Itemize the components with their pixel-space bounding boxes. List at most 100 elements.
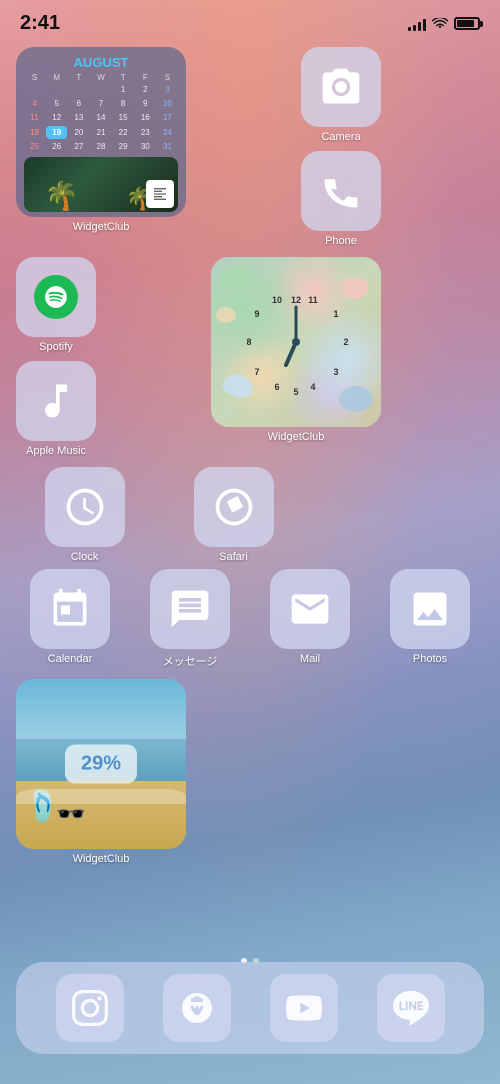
app-mail-wrap[interactable]: Mail [256, 569, 364, 665]
cal-day: 27 [68, 140, 89, 153]
music-icon [34, 379, 78, 423]
svg-text:5: 5 [293, 387, 298, 397]
cal-day-today: 19 [46, 126, 67, 139]
cal-day: 30 [135, 140, 156, 153]
cal-day: 21 [90, 126, 111, 139]
app-safari-wrap[interactable]: Safari [165, 467, 302, 563]
cal-day: 3 [157, 83, 178, 96]
beach-progress: 29% [65, 745, 137, 784]
photos-icon [408, 587, 452, 631]
app-spotify-label: Spotify [39, 341, 73, 353]
status-bar: 2:41 [0, 0, 500, 39]
cal-header-w: W [90, 73, 111, 82]
app-spotify-wrap[interactable]: Spotify [16, 257, 96, 353]
row-1: AUGUST S M T W T F S 1 2 [16, 47, 484, 247]
cal-day: 22 [113, 126, 134, 139]
cal-day: 8 [113, 97, 134, 110]
svg-text:4: 4 [310, 382, 315, 392]
dock-instagram[interactable] [56, 974, 124, 1042]
cal-day: 14 [90, 111, 111, 124]
app-messages-label: メッセージ [163, 653, 218, 669]
widget-calendar-label: WidgetClub [73, 221, 130, 233]
app-camera-label: Camera [321, 131, 360, 143]
cal-day: 26 [46, 140, 67, 153]
app-mail-icon[interactable] [270, 569, 350, 649]
cal-header-m: M [46, 73, 67, 82]
svg-text:3: 3 [333, 367, 338, 377]
app-phone-wrap[interactable]: Phone [198, 151, 484, 247]
app-music-wrap[interactable]: Apple Music [16, 361, 96, 457]
cal-day: 9 [135, 97, 156, 110]
svg-text:1: 1 [333, 309, 338, 319]
cal-header-s: S [24, 73, 45, 82]
app-safari-icon[interactable] [194, 467, 274, 547]
svg-text:10: 10 [272, 295, 282, 305]
app-calendar-icon[interactable] [30, 569, 110, 649]
app-safari-label: Safari [219, 551, 248, 563]
cal-day: 6 [68, 97, 89, 110]
app-clock-wrap[interactable]: Clock [16, 467, 153, 563]
app-camera-wrap[interactable]: Camera [198, 47, 484, 143]
app-photos-icon[interactable] [390, 569, 470, 649]
cal-day: 13 [68, 111, 89, 124]
cal-day: 18 [24, 126, 45, 139]
calendar-month: AUGUST [24, 55, 178, 70]
widget-clock-label: WidgetClub [268, 431, 325, 443]
app-photos-label: Photos [413, 653, 447, 665]
dock-appstore[interactable] [163, 974, 231, 1042]
cal-header-f: F [135, 73, 156, 82]
wifi-icon [432, 18, 448, 30]
cal-day: 15 [113, 111, 134, 124]
phone-icon [319, 169, 363, 213]
app-music-label: Apple Music [26, 445, 86, 457]
widget-calendar[interactable]: AUGUST S M T W T F S 1 2 [16, 47, 186, 217]
app-phone-label: Phone [325, 235, 357, 247]
cal-day [46, 83, 67, 96]
app-spotify-icon[interactable] [16, 257, 96, 337]
app-camera-icon[interactable] [301, 47, 381, 127]
cal-day: 16 [135, 111, 156, 124]
app-photos-wrap[interactable]: Photos [376, 569, 484, 665]
svg-text:8: 8 [246, 337, 251, 347]
cal-header-s2: S [157, 73, 178, 82]
analog-clock: 12 1 2 3 4 5 6 7 8 9 10 11 [241, 287, 351, 397]
app-calendar-wrap[interactable]: Calendar [16, 569, 124, 665]
cal-day: 31 [157, 140, 178, 153]
svg-text:7: 7 [254, 367, 259, 377]
battery-icon [454, 17, 480, 30]
cal-day: 24 [157, 126, 178, 139]
spotify-logo [34, 275, 78, 319]
svg-text:11: 11 [308, 295, 318, 305]
cal-day: 20 [68, 126, 89, 139]
app-music-icon[interactable] [16, 361, 96, 441]
dock-line[interactable] [377, 974, 445, 1042]
dock-youtube[interactable] [270, 974, 338, 1042]
app-phone-icon[interactable] [301, 151, 381, 231]
row-5: 🩴 🕶️ 29% WidgetClub [16, 679, 484, 865]
mail-icon [288, 587, 332, 631]
status-icons [408, 17, 480, 31]
app-mail-label: Mail [300, 653, 320, 665]
beach-percent: 29% [81, 753, 121, 775]
app-messages-icon[interactable] [150, 569, 230, 649]
clock-icon [63, 485, 107, 529]
cal-day: 1 [113, 83, 134, 96]
cal-day: 11 [24, 111, 45, 124]
camera-icon [319, 65, 363, 109]
svg-text:9: 9 [254, 309, 259, 319]
widget-beach[interactable]: 🩴 🕶️ 29% [16, 679, 186, 849]
cal-day: 17 [157, 111, 178, 124]
compass-icon [212, 485, 256, 529]
widget-clock-photo[interactable]: 12 1 2 3 4 5 6 7 8 9 10 11 [211, 257, 381, 427]
row-3: Clock Safari [16, 467, 484, 563]
app-clock-icon[interactable] [45, 467, 125, 547]
svg-text:12: 12 [291, 295, 301, 305]
cal-header-t2: T [113, 73, 134, 82]
app-clock-label: Clock [71, 551, 99, 563]
cal-day: 10 [157, 97, 178, 110]
cal-day: 25 [24, 140, 45, 153]
dock [16, 962, 484, 1054]
messages-icon [168, 587, 212, 631]
app-messages-wrap[interactable]: メッセージ [136, 569, 244, 669]
cal-day: 12 [46, 111, 67, 124]
